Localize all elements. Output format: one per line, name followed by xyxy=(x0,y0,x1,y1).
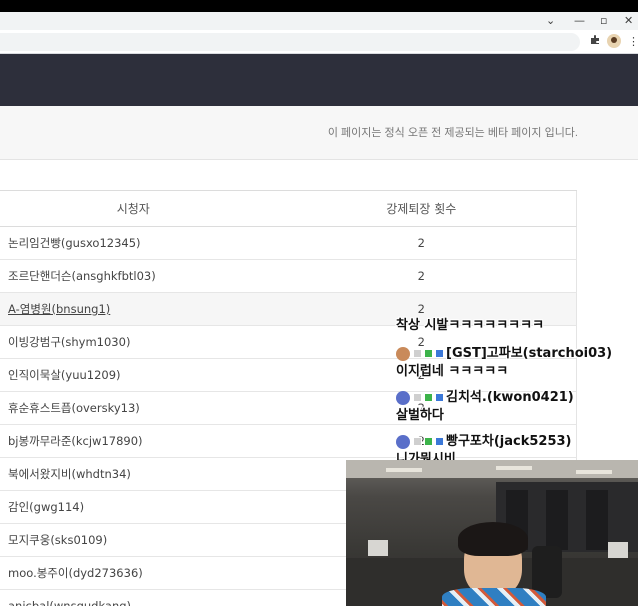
monitor xyxy=(368,540,388,556)
viewer-cell: 조르단핸더슨(ansghkfbtl03) xyxy=(8,269,156,283)
tab-search-icon[interactable]: ⌄ xyxy=(546,12,555,30)
puzzle-icon[interactable] xyxy=(590,34,601,50)
viewer-link[interactable]: A-염병원(bnsung1) xyxy=(8,302,110,316)
badge-icon xyxy=(424,349,433,358)
viewer-cell: A-염병원(bnsung1) xyxy=(0,293,267,325)
address-bar[interactable] xyxy=(0,33,580,51)
avatar xyxy=(396,346,410,361)
table-header: 시청자 강제퇴장 횟수 xyxy=(0,191,577,227)
badge-icon xyxy=(424,393,433,402)
viewer-cell: 모지쿠웅(sks0109) xyxy=(8,533,108,547)
avatar[interactable] xyxy=(607,34,621,50)
count-cell: 2 xyxy=(417,236,425,250)
viewer-cell: 휴순휴스트픕(oversky13) xyxy=(8,401,140,415)
badge-icon xyxy=(435,437,444,446)
chat-nick: [GST]고파보(starchoi03) xyxy=(446,346,613,361)
chat-nick: 김치석.(kwon0421) xyxy=(446,390,574,405)
avatar xyxy=(396,390,410,405)
wall-panel xyxy=(586,490,608,550)
beta-notice-bar: 이 페이지는 정식 오픈 전 제공되는 베타 페이지 입니다. xyxy=(0,106,638,160)
viewer-cell: bj봉까무라준(kcjw17890) xyxy=(8,434,143,448)
window-titlebar: ⌄ — ▫ ✕ xyxy=(0,12,638,30)
ceiling-light xyxy=(386,468,422,472)
viewer-cell: 감인(gwg114) xyxy=(8,500,85,514)
badge-icon xyxy=(413,437,422,446)
wall-panel xyxy=(546,490,568,550)
viewer-cell: 이빙강범구(shym1030) xyxy=(8,335,131,349)
screen-top-edge xyxy=(0,0,638,12)
maximize-button[interactable]: ▫ xyxy=(600,12,607,30)
menu-icon[interactable]: ⋮ xyxy=(628,34,638,50)
badge-icon xyxy=(435,393,444,402)
monitor xyxy=(608,542,628,558)
chat-nick-line: 김치석.(kwon0421) xyxy=(396,386,574,405)
minimize-button[interactable]: — xyxy=(574,12,585,30)
chat-nick: 빵구포차(jack5253) xyxy=(446,434,572,449)
webcam-video xyxy=(346,460,638,606)
beta-notice-text: 이 페이지는 정식 오픈 전 제공되는 베타 페이지 입니다. xyxy=(327,127,578,139)
header-kick-count: 강제퇴장 횟수 xyxy=(386,202,457,216)
browser-toolbar: ⋮ xyxy=(0,30,638,54)
badge-icon xyxy=(424,437,433,446)
viewer-cell: 논리임건빵(gusxo12345) xyxy=(8,236,141,250)
viewer-cell: 인직이묵살(yuu1209) xyxy=(8,368,121,382)
chat-nick-line: [GST]고파보(starchoi03) xyxy=(396,342,612,361)
badge-icon xyxy=(413,393,422,402)
viewer-cell: anicbal(wnsgudkang) xyxy=(8,599,132,606)
ceiling-light xyxy=(576,470,612,474)
viewer-cell: moo.봉주이(dyd273636) xyxy=(8,566,143,580)
header-viewer: 시청자 xyxy=(116,202,150,216)
chat-message-text: 이지럽네 ㅋㅋㅋㅋㅋ xyxy=(396,364,509,379)
ceiling-light xyxy=(496,466,532,470)
table-row[interactable]: 논리임건빵(gusxo12345) 2 xyxy=(0,227,577,260)
site-header xyxy=(0,54,638,106)
close-button[interactable]: ✕ xyxy=(624,12,633,30)
chat-message-text: 착상 시발ㅋㅋㅋㅋㅋㅋㅋㅋ xyxy=(396,318,545,333)
count-cell: 2 xyxy=(417,269,425,283)
badge-icon xyxy=(435,349,444,358)
streamer-shirt xyxy=(442,588,546,606)
viewer-cell: 북에서왔지비(whdtn34) xyxy=(8,467,131,481)
avatar xyxy=(396,434,410,449)
table-row[interactable]: 조르단핸더슨(ansghkfbtl03) 2 xyxy=(0,260,577,293)
chat-nick-line: 빵구포차(jack5253) xyxy=(396,430,572,449)
streamer-hair xyxy=(458,522,528,556)
chat-message-text: 살벌하다 xyxy=(396,408,444,423)
badge-icon xyxy=(413,349,422,358)
